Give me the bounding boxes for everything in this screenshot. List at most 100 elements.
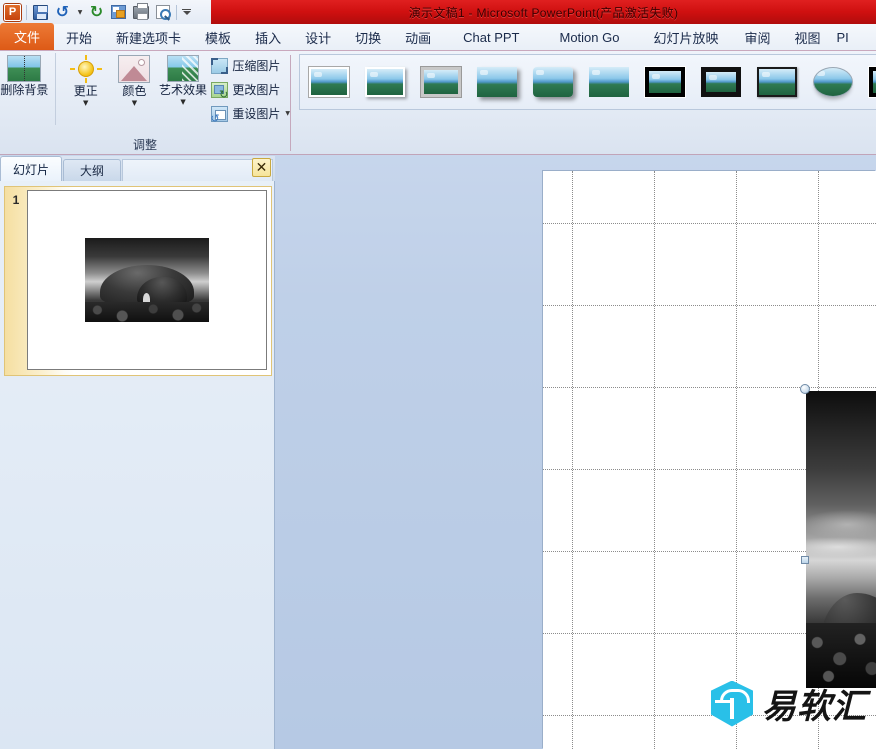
tab-home[interactable]: 开始	[54, 24, 104, 50]
artistic-effects-button[interactable]: 艺术效果 ▼	[159, 51, 208, 106]
gridline-horizontal	[543, 387, 876, 388]
picture-style-preview-icon	[365, 67, 405, 97]
change-picture-button[interactable]: 更改图片	[211, 79, 290, 101]
slide-canvas[interactable]	[543, 171, 876, 749]
chevron-down-icon: ▼	[77, 8, 83, 16]
tab-design[interactable]: 设计	[293, 24, 343, 50]
picture-style-preview-icon	[644, 66, 686, 98]
gridline-vertical	[572, 171, 573, 749]
print-preview-icon	[155, 5, 171, 20]
adjust-group-label: 调整	[132, 138, 157, 152]
picture-style-item[interactable]	[361, 61, 409, 103]
tab-review[interactable]: 审阅	[732, 24, 782, 50]
selected-picture[interactable]	[806, 391, 876, 688]
ribbon: 删除背景 更正 ▼ 颜色 ▼ 艺术效果 ▼ 压缩图片 ↻ 更改图片 ↺ 重设图片…	[0, 51, 876, 155]
chevron-down-icon[interactable]: ▼	[180, 98, 185, 106]
print-preview-button[interactable]	[152, 2, 173, 23]
picture-style-preview-icon	[813, 67, 853, 97]
tab-overflow[interactable]: PI	[833, 24, 853, 50]
group-divider	[54, 53, 56, 125]
slides-panel-tabs: 幻灯片 大纲 ✕	[0, 156, 275, 181]
undo-button[interactable]: ↺	[52, 2, 73, 23]
tab-animations[interactable]: 动画	[393, 24, 443, 50]
picture-style-preview-icon	[533, 67, 573, 97]
title-bar: P ↺ ▼ ↻ 演示文稿1 - Microsoft PowerPoint(产品激	[0, 0, 876, 24]
picture-style-item[interactable]	[473, 61, 521, 103]
reset-picture-icon	[210, 105, 229, 125]
save-button[interactable]	[30, 2, 51, 23]
picture-style-item[interactable]	[305, 61, 353, 103]
picture-style-item[interactable]	[417, 61, 465, 103]
change-picture-icon	[211, 81, 229, 101]
artistic-effects-icon	[167, 55, 200, 82]
artistic-effects-label: 艺术效果	[159, 83, 208, 97]
picture-style-preview-icon	[757, 67, 797, 97]
slide-thumbnail-image	[85, 238, 209, 322]
redo-button[interactable]: ↻	[86, 2, 107, 23]
picture-style-item[interactable]	[865, 61, 876, 103]
adjust-small-buttons: 压缩图片 更改图片 重设图片 ▼	[210, 51, 290, 125]
compress-picture-label: 压缩图片	[232, 59, 281, 73]
qat-dropdown-icon	[182, 9, 191, 15]
close-panel-button[interactable]: ✕	[252, 158, 271, 177]
resize-handle-middle-left[interactable]	[801, 556, 809, 564]
picture-style-preview-icon	[868, 66, 876, 98]
powerpoint-logo-icon: P	[4, 3, 21, 21]
slide-thumbnail-preview[interactable]	[27, 190, 267, 370]
picture-style-item[interactable]	[809, 61, 857, 103]
new-slide-icon	[111, 5, 126, 19]
color-button[interactable]: 颜色 ▼	[110, 51, 159, 107]
ribbon-group-separator	[290, 55, 291, 151]
picture-style-item[interactable]	[529, 61, 577, 103]
chevron-down-icon[interactable]: ▼	[132, 99, 137, 107]
remove-background-label: 删除背景	[0, 83, 49, 97]
tab-chat-ppt[interactable]: Chat PPT	[443, 24, 539, 50]
rotate-handle-top-left[interactable]	[800, 384, 810, 394]
picture-style-item[interactable]	[585, 61, 633, 103]
new-slide-button[interactable]	[108, 2, 129, 23]
corrections-label: 更正	[73, 84, 98, 98]
tab-slide-show[interactable]: 幻灯片放映	[639, 24, 732, 50]
remove-background-button[interactable]: 删除背景	[0, 51, 49, 97]
picture-style-item[interactable]	[697, 61, 745, 103]
powerpoint-app-button[interactable]: P	[2, 2, 23, 23]
customize-qat-button[interactable]	[180, 2, 193, 23]
yiruanhui-hex-logo-icon	[711, 680, 753, 727]
tab-transitions[interactable]: 切换	[343, 24, 393, 50]
picture-style-preview-icon	[701, 67, 741, 97]
chevron-down-icon[interactable]: ▼	[83, 99, 88, 107]
compress-picture-button[interactable]: 压缩图片	[211, 55, 290, 76]
color-label: 颜色	[122, 84, 147, 98]
save-icon	[33, 4, 48, 20]
window-title: 演示文稿1 - Microsoft PowerPoint(产品激活失败)	[408, 5, 679, 20]
window-title-area: 演示文稿1 - Microsoft PowerPoint(产品激活失败)	[211, 0, 876, 24]
panel-tabs-filler	[122, 159, 273, 181]
slide-number: 1	[12, 193, 20, 207]
undo-icon: ↺	[55, 2, 70, 21]
ribbon-group-adjust: 删除背景 更正 ▼ 颜色 ▼ 艺术效果 ▼ 压缩图片 ↻ 更改图片 ↺ 重设图片…	[0, 51, 290, 155]
gridline-vertical	[736, 171, 737, 749]
quick-access-toolbar: P ↺ ▼ ↻	[0, 0, 193, 24]
printer-icon	[132, 2, 149, 20]
print-button[interactable]	[130, 2, 151, 23]
tab-template[interactable]: 模板	[193, 24, 243, 50]
tab-file[interactable]: 文件	[0, 23, 55, 50]
tab-insert[interactable]: 插入	[243, 24, 293, 50]
corrections-button[interactable]: 更正 ▼	[61, 51, 110, 107]
picture-style-item[interactable]	[641, 61, 689, 103]
slide-thumbnail-item[interactable]: 1	[4, 186, 272, 376]
picture-styles-gallery[interactable]	[299, 54, 876, 110]
tab-new-tab[interactable]: 新建选项卡	[104, 24, 193, 50]
reset-picture-button[interactable]: 重设图片 ▼	[210, 103, 290, 125]
picture-style-item[interactable]	[753, 61, 801, 103]
tab-view[interactable]: 视图	[783, 24, 833, 50]
panel-tab-outline[interactable]: 大纲	[63, 159, 122, 181]
change-picture-label: 更改图片	[232, 83, 281, 97]
compress-picture-icon	[211, 57, 229, 74]
undo-dropdown[interactable]: ▼	[74, 2, 85, 23]
corrections-icon	[69, 55, 102, 83]
tab-motion-go[interactable]: Motion Go	[539, 24, 639, 50]
panel-tab-slides[interactable]: 幻灯片	[0, 156, 63, 181]
picture-style-preview-icon	[477, 67, 517, 97]
picture-style-preview-icon	[420, 66, 462, 98]
